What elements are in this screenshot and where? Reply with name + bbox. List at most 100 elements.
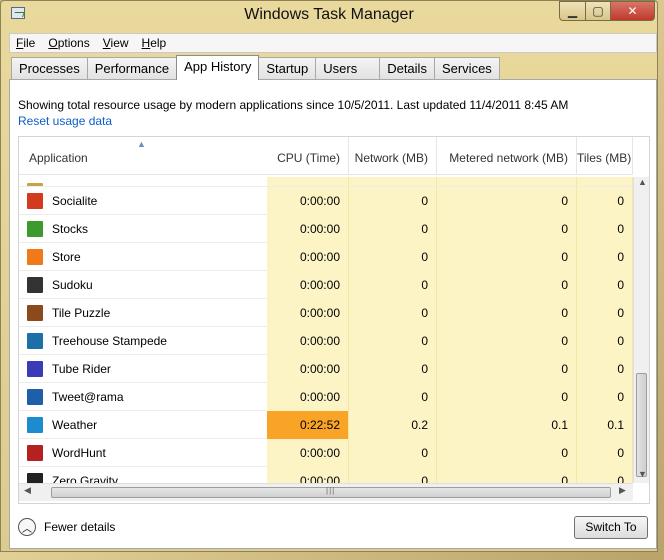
tube-rider-icon (27, 361, 43, 377)
scroll-down-icon[interactable]: ▼ (638, 469, 647, 479)
app-name-cell: Tile Puzzle (19, 299, 267, 327)
menu-view[interactable]: View (97, 34, 136, 52)
table-row[interactable]: Tube Rider 0:00:00 0 0 0 (19, 355, 633, 383)
close-button[interactable]: ✕ (610, 1, 655, 21)
app-name-cell: Tweet@rama (19, 383, 267, 411)
tiles-cell: 0 (577, 383, 633, 411)
app-name-cell: WordHunt (19, 439, 267, 467)
app-name-cell (19, 177, 267, 186)
table-row[interactable]: WordHunt 0:00:00 0 0 0 (19, 439, 633, 467)
app-name-cell: Tube Rider (19, 355, 267, 383)
app-name: Tile Puzzle (52, 306, 111, 320)
scroll-left-icon[interactable]: ◀ (24, 485, 31, 496)
app-name-cell: Sudoku (19, 271, 267, 299)
table-row[interactable]: Socialite 0:00:00 0 0 0 (19, 187, 633, 215)
reset-usage-link[interactable]: Reset usage data (18, 114, 112, 128)
cpu-time-cell: 0:00:00 (267, 439, 349, 467)
col-application[interactable]: Application ▲ (19, 137, 267, 175)
tiles-cell: 0 (577, 299, 633, 327)
cpu-time-cell: 0:00:00 (267, 215, 349, 243)
network-cell: 0 (349, 271, 437, 299)
task-manager-window: Windows Task Manager ▁ ▢ ✕ File Options … (0, 0, 658, 552)
vertical-scroll-thumb[interactable] (636, 373, 647, 477)
metered-network-cell: 0.1 (437, 411, 577, 439)
network-cell: 0 (349, 187, 437, 215)
tweetarama-icon (27, 389, 43, 405)
maximize-button[interactable]: ▢ (585, 1, 611, 21)
scroll-right-icon[interactable]: ▶ (619, 485, 626, 496)
metered-network-cell: 0 (437, 215, 577, 243)
cpu-time-cell: 0:00:00 (267, 271, 349, 299)
store-icon (27, 249, 43, 265)
metered-network-cell (437, 177, 577, 186)
tiles-cell: 0 (577, 355, 633, 383)
wordhunt-icon (27, 445, 43, 461)
app-name: Sudoku (52, 278, 93, 292)
table-row[interactable]: Store 0:00:00 0 0 0 (19, 243, 633, 271)
tiles-cell: 0 (577, 327, 633, 355)
metered-network-cell: 0 (437, 383, 577, 411)
title-bar[interactable]: Windows Task Manager ▁ ▢ ✕ (1, 1, 657, 33)
app-name-cell: Weather (19, 411, 267, 439)
scroll-up-icon[interactable]: ▲ (638, 177, 647, 187)
tiles-cell: 0.1 (577, 411, 633, 439)
horizontal-scrollbar[interactable]: ◀ ||| ▶ (19, 483, 633, 501)
treehouse-stampede-icon (27, 333, 43, 349)
cpu-time-cell: 0:00:00 (267, 467, 349, 483)
app-name-cell: Treehouse Stampede (19, 327, 267, 355)
table-row[interactable]: Weather 0:22:52 0.2 0.1 0.1 (19, 411, 633, 439)
metered-network-cell: 0 (437, 243, 577, 271)
table-row[interactable]: Tweet@rama 0:00:00 0 0 0 (19, 383, 633, 411)
tiles-cell: 0 (577, 467, 633, 483)
tab-performance[interactable]: Performance (86, 57, 178, 79)
metered-network-cell: 0 (437, 467, 577, 483)
app-name: Tweet@rama (52, 390, 124, 404)
tab-startup[interactable]: Startup (258, 57, 317, 79)
app-name-cell: Socialite (19, 187, 267, 215)
app-name: Treehouse Stampede (52, 334, 167, 348)
cpu-time-cell: 0:00:00 (267, 383, 349, 411)
menu-options[interactable]: Options (42, 34, 96, 52)
cpu-time-cell: 0:00:00 (267, 299, 349, 327)
tab-services[interactable]: Services (433, 57, 500, 79)
table-row[interactable]: Zero Gravity 0:00:00 0 0 0 (19, 467, 633, 483)
col-metered-network[interactable]: Metered network (MB) (437, 137, 577, 175)
fewer-details-toggle[interactable]: ︿ Fewer details (18, 518, 115, 536)
tile-puzzle-icon (27, 305, 43, 321)
network-cell: 0 (349, 215, 437, 243)
tab-details[interactable]: Details (379, 57, 435, 79)
network-cell: 0 (349, 327, 437, 355)
switch-to-button[interactable]: Switch To (574, 516, 648, 539)
tab-users[interactable]: Users (315, 57, 381, 79)
table-row[interactable] (19, 177, 633, 187)
vertical-scrollbar[interactable]: ▲ ▼ (633, 177, 649, 483)
network-cell: 0.2 (349, 411, 437, 439)
tab-processes[interactable]: Processes (11, 57, 88, 79)
metered-network-cell: 0 (437, 271, 577, 299)
app-name-cell: Stocks (19, 215, 267, 243)
table-row[interactable]: Treehouse Stampede 0:00:00 0 0 0 (19, 327, 633, 355)
network-cell (349, 177, 437, 186)
sudoku-icon (27, 277, 43, 293)
sort-ascending-icon: ▲ (137, 139, 146, 149)
menu-help[interactable]: Help (136, 34, 174, 52)
menu-file[interactable]: File (10, 34, 42, 52)
table-row[interactable]: Stocks 0:00:00 0 0 0 (19, 215, 633, 243)
minimize-button[interactable]: ▁ (559, 1, 586, 21)
cpu-time-cell: 0:22:52 (267, 411, 349, 439)
zero-gravity-icon (27, 473, 43, 483)
col-tiles[interactable]: Tiles (MB) (577, 137, 633, 175)
network-cell: 0 (349, 383, 437, 411)
horizontal-scroll-thumb[interactable]: ||| (51, 486, 611, 498)
table-row[interactable]: Tile Puzzle 0:00:00 0 0 0 (19, 299, 633, 327)
chevron-up-icon: ︿ (18, 518, 36, 536)
col-cpu[interactable]: CPU (Time) (267, 137, 349, 175)
cpu-time-cell (267, 177, 349, 186)
tab-app-history[interactable]: App History (176, 55, 260, 80)
col-network[interactable]: Network (MB) (349, 137, 437, 175)
metered-network-cell: 0 (437, 299, 577, 327)
usage-info-text: Showing total resource usage by modern a… (18, 98, 569, 112)
app-name: Zero Gravity (52, 474, 119, 483)
table-row[interactable]: Sudoku 0:00:00 0 0 0 (19, 271, 633, 299)
metered-network-cell: 0 (437, 187, 577, 215)
